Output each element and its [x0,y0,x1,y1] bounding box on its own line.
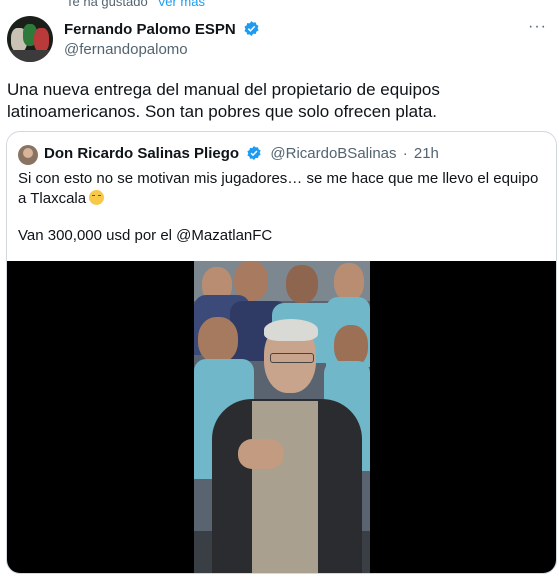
quote-author-name[interactable]: Don Ricardo Salinas Pliego [44,145,239,162]
quote-text-line2: Van 300,000 usd por el @MazatlanFC [18,227,273,244]
author-name-row[interactable]: Fernando Palomo ESPN [64,20,260,38]
liked-context-bar: Te ha gustado Ver más [66,0,205,9]
tweet-text: Una nueva entrega del manual del propiet… [7,80,440,121]
author-avatar[interactable] [7,16,53,62]
quote-separator: · [402,145,408,162]
glasses-icon [270,353,314,363]
more-horizontal-icon[interactable]: ··· [528,18,547,36]
pointing-hand [238,439,284,469]
liked-context-text: Te ha gustado [66,0,148,9]
author-handle[interactable]: @fernandopalomo [64,41,188,58]
video-frame[interactable] [194,261,370,573]
author-name[interactable]: Fernando Palomo ESPN [64,21,236,38]
relieved-face-emoji-icon [89,190,105,205]
quote-author-handle[interactable]: @RicardoBSalinas [270,145,396,162]
quote-header: Don Ricardo Salinas Pliego @RicardoBSali… [44,145,439,162]
quoted-tweet[interactable]: Don Ricardo Salinas Pliego @RicardoBSali… [6,131,557,574]
verified-badge-icon [244,21,259,36]
see-more-link[interactable]: Ver más [157,0,205,9]
quote-text-line1: Si con esto no se motivan mis jugadores…… [18,169,548,209]
quote-video[interactable] [7,261,556,573]
quote-author-avatar[interactable] [18,145,38,165]
quote-timestamp[interactable]: 21h [414,145,439,162]
verified-badge-icon [247,146,261,160]
